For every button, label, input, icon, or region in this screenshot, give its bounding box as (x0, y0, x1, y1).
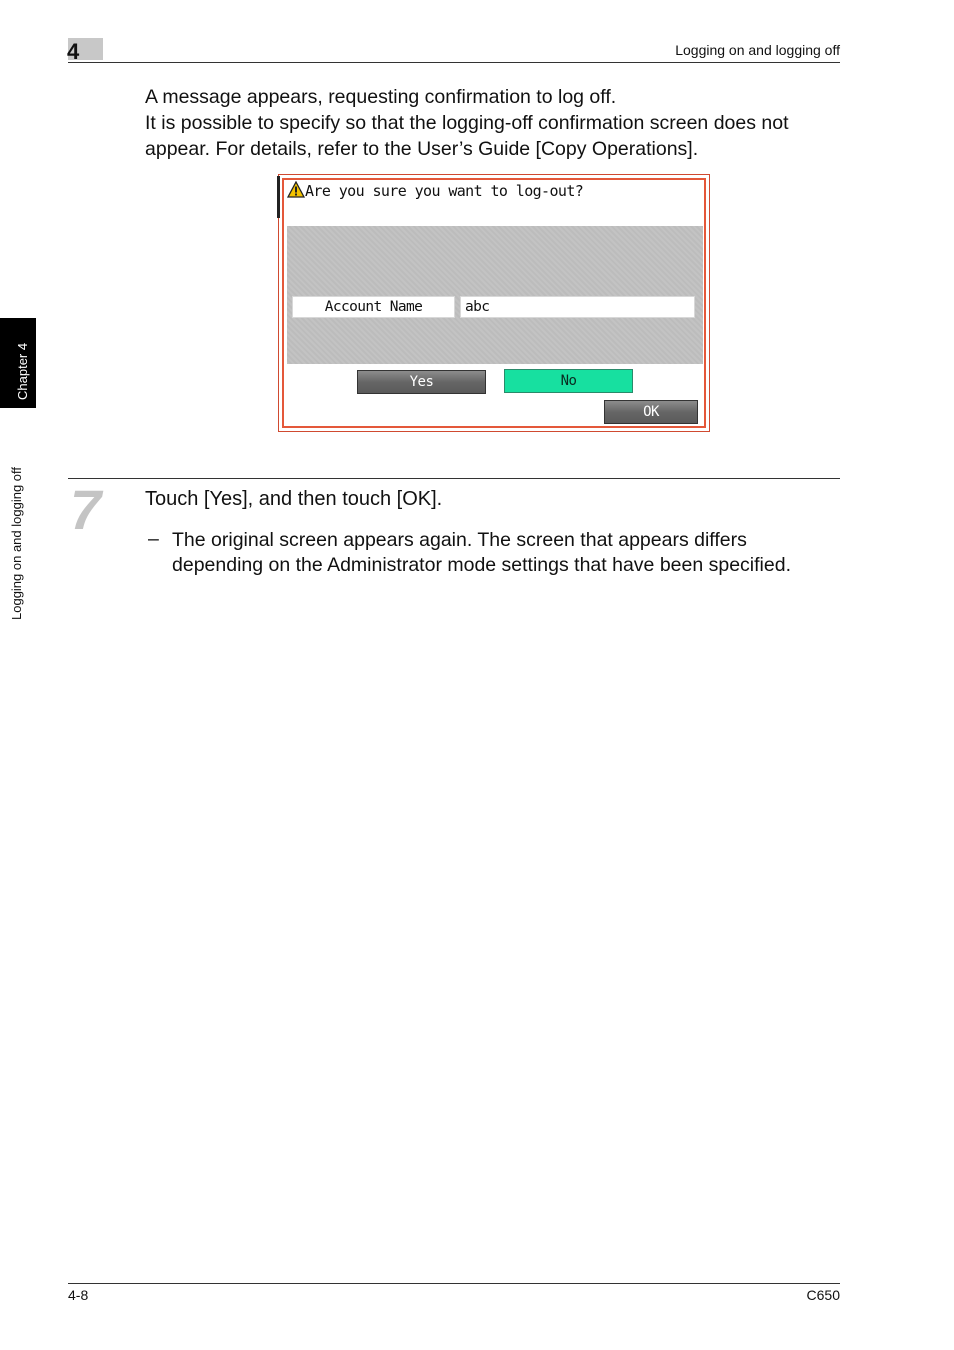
bullet-line-1: The original screen appears again. The s… (172, 529, 747, 551)
yes-button[interactable]: Yes (357, 370, 486, 394)
dialog-edge-marker (277, 176, 280, 218)
account-name-label: Account Name (292, 296, 455, 318)
footer-rule (68, 1283, 840, 1284)
ok-button[interactable]: OK (604, 400, 698, 424)
side-section-label: Logging on and logging off (9, 466, 24, 620)
dialog-message: Are you sure you want to log-out? (305, 182, 584, 200)
intro-line-3: appear. For details, refer to the User’s… (145, 138, 699, 160)
intro-line-1: A message appears, requesting confirmati… (145, 86, 617, 108)
step-rule (68, 478, 840, 479)
running-header-title: Logging on and logging off (675, 42, 840, 58)
header-rule (68, 62, 840, 63)
chapter-number: 4 (67, 39, 80, 64)
warning-icon (287, 181, 305, 198)
account-info-panel (287, 226, 703, 364)
page-number: 4-8 (68, 1287, 89, 1303)
no-button[interactable]: No (504, 369, 633, 393)
bullet-dash: – (148, 528, 159, 550)
chapter-side-tab-label: Chapter 4 (15, 342, 30, 400)
step-instruction: Touch [Yes], and then touch [OK]. (145, 488, 443, 510)
step-number: 7 (70, 478, 102, 541)
intro-line-2: It is possible to specify so that the lo… (145, 112, 789, 134)
account-name-value: abc (460, 296, 695, 318)
bullet-line-2: depending on the Administrator mode sett… (172, 554, 791, 576)
model-name: C650 (806, 1287, 840, 1303)
